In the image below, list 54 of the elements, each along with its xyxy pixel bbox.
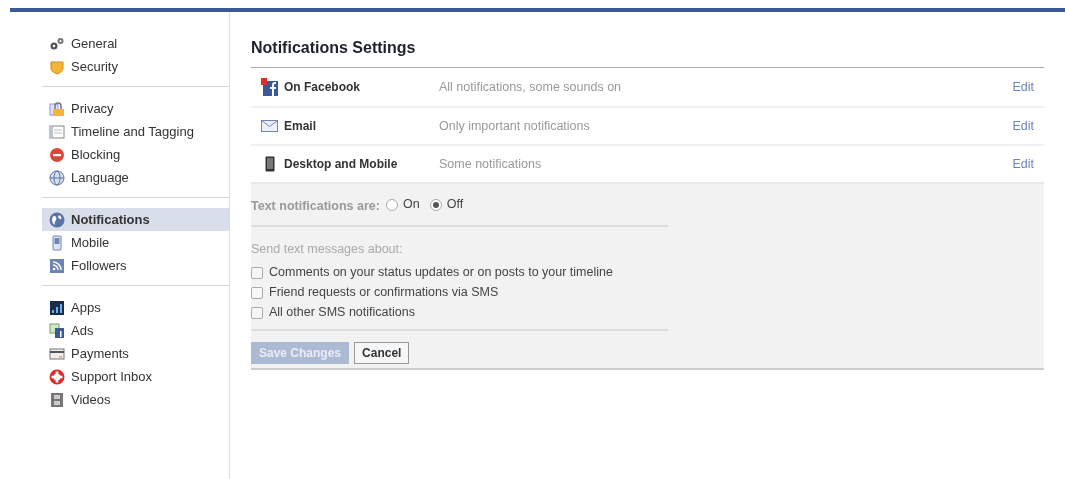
checkbox-label[interactable]: All other SMS notifications xyxy=(269,303,415,323)
row-summary: All notifications, some sounds on xyxy=(439,78,623,96)
sidebar-item[interactable]: Payments xyxy=(42,342,229,365)
lock-icon xyxy=(49,100,65,117)
sidebar-item[interactable]: Timeline and Tagging xyxy=(42,120,229,143)
sidebar-item[interactable]: General xyxy=(42,32,229,55)
radio-button[interactable] xyxy=(429,198,442,211)
checkbox-label[interactable]: Comments on your status updates or on posts to your timeline xyxy=(269,263,613,283)
sidebar-item[interactable]: Support Inbox xyxy=(42,365,229,388)
radio-label[interactable]: On xyxy=(402,195,420,214)
ads-icon xyxy=(49,322,65,339)
globe-icon xyxy=(49,211,65,228)
card-icon xyxy=(49,345,65,362)
edit-link[interactable]: Edit xyxy=(1012,154,1034,174)
checkbox-label[interactable]: Friend requests or confirmations via SMS xyxy=(269,283,499,303)
facebook-icon xyxy=(260,78,279,96)
edit-link[interactable]: Edit xyxy=(1012,77,1034,97)
timeline-icon xyxy=(49,123,65,140)
edit-link[interactable]: Edit xyxy=(1012,116,1034,136)
row-label: On Facebook xyxy=(284,79,361,96)
checkbox[interactable] xyxy=(251,286,263,299)
sidebar-item[interactable]: Followers xyxy=(42,254,229,277)
sidebar-item[interactable]: Mobile xyxy=(42,231,229,254)
radio-label[interactable]: Off xyxy=(446,195,464,214)
section-label: Send text messages about: xyxy=(251,241,403,258)
cancel-button[interactable]: Cancel xyxy=(354,341,410,364)
gears-icon xyxy=(49,35,65,52)
row-summary: Only important notifications xyxy=(439,117,591,135)
rss-icon xyxy=(49,257,65,274)
sidebar-item[interactable]: Security xyxy=(42,55,229,78)
sidebar-item[interactable]: Videos xyxy=(42,388,229,411)
shield-icon xyxy=(49,58,65,75)
checkbox[interactable] xyxy=(251,266,263,279)
sidebar-item[interactable]: Apps xyxy=(42,296,229,319)
checkbox[interactable] xyxy=(251,306,263,319)
row-label: Email xyxy=(284,118,317,135)
radio-button[interactable] xyxy=(385,198,398,211)
no-entry-icon xyxy=(49,146,65,163)
globe-icon xyxy=(49,169,65,186)
apps-icon xyxy=(49,299,65,316)
lifebuoy-icon xyxy=(49,368,65,385)
sidebar-item[interactable]: Ads xyxy=(42,319,229,342)
phone-icon xyxy=(49,234,65,251)
page-title: Notifications Settings xyxy=(251,38,416,58)
field-label: Text notifications are: xyxy=(251,198,380,216)
sidebar-item[interactable]: Blocking xyxy=(42,143,229,166)
phone-icon xyxy=(264,156,275,172)
row-label: Desktop and Mobile xyxy=(284,156,399,173)
sidebar-item[interactable]: Language xyxy=(42,166,229,189)
row-summary: Some notifications xyxy=(439,155,543,173)
sidebar-item[interactable]: Privacy xyxy=(42,97,229,120)
envelope-icon xyxy=(261,120,278,132)
sidebar-item[interactable]: Notifications xyxy=(42,208,229,231)
film-icon xyxy=(49,391,65,408)
